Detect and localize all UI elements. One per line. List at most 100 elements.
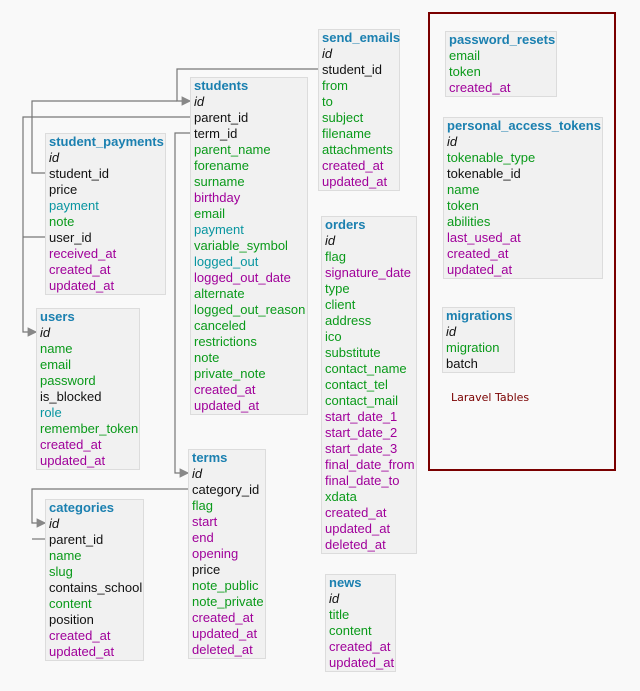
table-field: created_at xyxy=(49,262,111,277)
table-field: remember_token xyxy=(40,421,139,436)
table-field: to xyxy=(322,94,333,109)
table-field: logged_out_reason xyxy=(194,302,306,317)
table-field: note_public xyxy=(192,578,259,593)
table-field: received_at xyxy=(49,246,117,261)
table-field: parent_id xyxy=(194,110,249,125)
table-personal-access-tokens[interactable]: personal_access_tokens id tokenable_type to… xyxy=(443,117,603,279)
table-field: content xyxy=(329,623,372,638)
table-field: content xyxy=(49,596,92,611)
table-field: type xyxy=(325,281,350,296)
table-field: id xyxy=(447,134,458,149)
table-field: attachments xyxy=(322,142,393,157)
table-field: id xyxy=(322,46,333,61)
table-field: deleted_at xyxy=(192,642,253,657)
table-field: address xyxy=(325,313,372,328)
table-title: password_resets xyxy=(449,32,556,47)
table-field: note xyxy=(194,350,220,365)
table-field: payment xyxy=(194,222,244,237)
table-news[interactable]: news id title content created_at updated_at xyxy=(325,574,396,672)
table-field: updated_at xyxy=(49,278,115,293)
table-title: users xyxy=(40,309,75,324)
table-field: updated_at xyxy=(194,398,260,413)
table-field: email xyxy=(40,357,72,372)
table-student-payments[interactable]: student_payments id student_id price payment… xyxy=(45,133,166,295)
table-field: signature_date xyxy=(325,265,412,280)
table-field: forename xyxy=(194,158,249,173)
table-field: updated_at xyxy=(49,644,115,659)
table-field: id xyxy=(49,516,60,531)
table-field: filename xyxy=(322,126,372,141)
table-field: parent_name xyxy=(194,142,271,157)
table-field: created_at xyxy=(447,246,509,261)
table-field: name xyxy=(49,548,82,563)
table-field: updated_at xyxy=(325,521,391,536)
table-categories[interactable]: categories id parent_id name slug contains_sc… xyxy=(45,499,144,661)
table-field: tokenable_id xyxy=(447,166,521,181)
table-field: name xyxy=(40,341,73,356)
table-field: created_at xyxy=(49,628,111,643)
table-field: restrictions xyxy=(194,334,257,349)
table-field: payment xyxy=(49,198,99,213)
table-field: email xyxy=(449,48,481,63)
table-field: password xyxy=(40,373,96,388)
table-field: xdata xyxy=(325,489,357,504)
table-field: start_date_2 xyxy=(325,425,398,440)
table-field: created_at xyxy=(322,158,384,173)
table-field: price xyxy=(192,562,221,577)
table-field: contains_school xyxy=(49,580,143,595)
table-title: personal_access_tokens xyxy=(447,118,601,133)
table-field: alternate xyxy=(194,286,245,301)
table-field: role xyxy=(40,405,62,420)
table-field: created_at xyxy=(194,382,256,397)
table-field: deleted_at xyxy=(325,537,386,552)
table-field: flag xyxy=(325,249,346,264)
table-field: flag xyxy=(192,498,213,513)
table-field: student_id xyxy=(322,62,382,77)
table-field: batch xyxy=(446,356,478,371)
table-field: abilities xyxy=(447,214,491,229)
table-field: parent_id xyxy=(49,532,104,547)
table-field: migration xyxy=(446,340,500,355)
table-migrations[interactable]: migrations id migration batch xyxy=(442,307,515,373)
table-field: id xyxy=(49,150,60,165)
table-field: id xyxy=(40,325,51,340)
table-field: student_id xyxy=(49,166,109,181)
table-title: migrations xyxy=(446,308,513,323)
table-title: news xyxy=(329,575,362,590)
table-field: term_id xyxy=(194,126,238,141)
table-field: note xyxy=(49,214,75,229)
table-field: surname xyxy=(194,174,245,189)
table-field: price xyxy=(49,182,78,197)
table-field: token xyxy=(449,64,481,79)
table-field: contact_mail xyxy=(325,393,398,408)
table-field: created_at xyxy=(325,505,387,520)
laravel-tables-label: Laravel Tables xyxy=(451,391,530,404)
relation-students-terms xyxy=(174,132,190,478)
table-field: updated_at xyxy=(329,655,395,670)
table-field: start_date_1 xyxy=(325,409,398,424)
table-field: updated_at xyxy=(192,626,258,641)
table-field: note_private xyxy=(192,594,264,609)
table-field: variable_symbol xyxy=(194,238,288,253)
table-field: id xyxy=(446,324,457,339)
table-users[interactable]: users id name email password is_blocked role re… xyxy=(36,308,140,470)
table-orders[interactable]: orders id flag signature_date type client addr… xyxy=(321,216,417,554)
table-field: category_id xyxy=(192,482,260,497)
table-field: updated_at xyxy=(40,453,106,468)
table-field: logged_out xyxy=(194,254,259,269)
table-title: terms xyxy=(192,450,228,465)
table-field: name xyxy=(447,182,480,197)
table-students[interactable]: students id parent_id term_id parent_name for… xyxy=(190,77,308,415)
table-field: private_note xyxy=(194,366,266,381)
table-field: id xyxy=(192,466,203,481)
table-field: is_blocked xyxy=(40,389,102,404)
table-send-emails[interactable]: send_emails id student_id from to subject file… xyxy=(318,29,400,191)
table-field: birthday xyxy=(194,190,241,205)
table-terms[interactable]: terms id category_id flag start end opening pri… xyxy=(188,449,266,659)
table-field: updated_at xyxy=(447,262,513,277)
table-field: slug xyxy=(49,564,73,579)
table-field: contact_name xyxy=(325,361,407,376)
table-field: token xyxy=(447,198,479,213)
table-field: start xyxy=(192,514,218,529)
table-password-resets[interactable]: password_resets email token created_at xyxy=(445,31,557,97)
